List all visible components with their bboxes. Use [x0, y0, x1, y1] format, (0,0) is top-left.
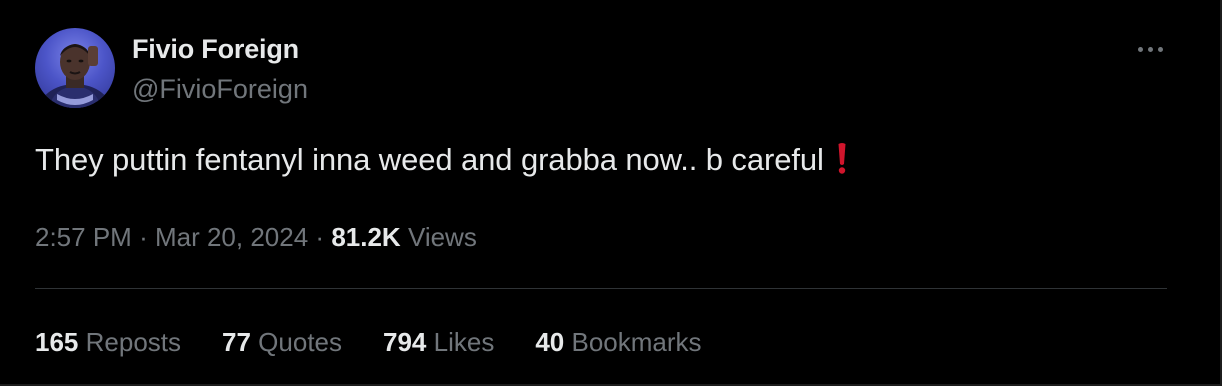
reposts-stat[interactable]: 165 Reposts: [35, 327, 181, 358]
more-options-button[interactable]: [1128, 34, 1172, 64]
tweet-body: They puttin fentanyl inna weed and grabb…: [35, 142, 848, 182]
bookmarks-count: 40: [535, 327, 565, 357]
dot-icon: [1147, 46, 1153, 52]
meta-separator: ·: [315, 222, 325, 252]
views-label: Views: [407, 222, 477, 252]
tweet-text: They puttin fentanyl inna weed and grabb…: [35, 142, 824, 177]
bookmarks-label: Bookmarks: [571, 327, 702, 357]
likes-label: Likes: [433, 327, 495, 357]
tweet-date[interactable]: Mar 20, 2024: [155, 222, 308, 252]
engagement-stats: 165 Reposts 77 Quotes 794 Likes 40 Bookm…: [35, 327, 743, 358]
quotes-count: 77: [222, 327, 251, 357]
author-handle[interactable]: @FivioForeign: [132, 74, 308, 105]
reposts-label: Reposts: [85, 327, 182, 357]
dot-icon: [1137, 46, 1143, 52]
divider: [35, 288, 1167, 289]
likes-stat[interactable]: 794 Likes: [383, 327, 494, 358]
tweet-time[interactable]: 2:57 PM: [35, 222, 132, 252]
bookmarks-stat[interactable]: 40 Bookmarks: [535, 327, 701, 358]
reposts-count: 165: [35, 327, 79, 357]
views-count: 81.2K: [331, 222, 401, 252]
author-display-name[interactable]: Fivio Foreign: [132, 34, 299, 65]
likes-count: 794: [383, 327, 427, 357]
dot-icon: [1157, 46, 1163, 52]
quotes-label: Quotes: [258, 327, 342, 357]
meta-separator: ·: [139, 222, 148, 252]
tweet-meta: 2:57 PM · Mar 20, 2024 · 81.2K Views: [35, 222, 477, 253]
avatar[interactable]: [35, 28, 115, 108]
quotes-stat[interactable]: 77 Quotes: [222, 327, 342, 358]
red-exclamation-icon: [836, 142, 848, 182]
profile-photo-icon: [37, 44, 113, 108]
